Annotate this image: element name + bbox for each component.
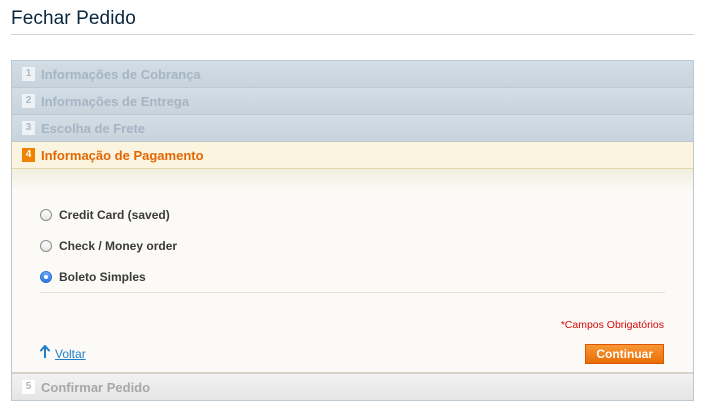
title-divider [11, 34, 694, 35]
payment-method-label: Boleto Simples [59, 269, 146, 284]
back-link[interactable]: Voltar [40, 345, 86, 363]
step-billing[interactable]: 1 Informações de Cobrança [12, 61, 693, 88]
step-payment: 4 Informação de Pagamento [12, 142, 693, 169]
continue-button[interactable]: Continuar [585, 344, 664, 364]
step-number: 2 [22, 94, 35, 108]
page-title: Fechar Pedido [11, 8, 136, 29]
step-title: Informações de Entrega [41, 93, 190, 109]
step-number: 3 [22, 121, 35, 135]
payment-method-boleto[interactable]: Boleto Simples [40, 261, 665, 292]
radio-check-money-order[interactable] [40, 239, 52, 252]
required-fields-note: *Campos Obrigatórios [560, 319, 664, 331]
step-shipping-method[interactable]: 3 Escolha de Frete [12, 115, 693, 142]
step-title: Informações de Cobrança [41, 66, 201, 82]
payment-method-label: Credit Card (saved) [59, 207, 170, 222]
payment-method-credit-card[interactable]: Credit Card (saved) [40, 199, 665, 230]
radio-credit-card[interactable] [40, 208, 52, 221]
payment-section: Credit Card (saved) Check / Money order … [12, 169, 693, 373]
radio-boleto[interactable] [40, 270, 52, 283]
payment-methods-list: Credit Card (saved) Check / Money order … [40, 199, 665, 292]
payment-method-label: Check / Money order [59, 238, 178, 253]
methods-divider [40, 292, 665, 293]
checkout-steps: 1 Informações de Cobrança 2 Informações … [11, 60, 694, 401]
back-link-label[interactable]: Voltar [55, 347, 86, 361]
step-number: 5 [22, 380, 35, 394]
step-shipping[interactable]: 2 Informações de Entrega [12, 88, 693, 115]
step-review[interactable]: 5 Confirmar Pedido [12, 373, 693, 400]
step-title: Informação de Pagamento [41, 147, 204, 163]
step-title: Confirmar Pedido [41, 379, 151, 395]
step-number: 4 [22, 148, 35, 162]
step-number: 1 [22, 67, 35, 81]
step-title: Escolha de Frete [41, 120, 146, 136]
payment-method-check-money-order[interactable]: Check / Money order [40, 230, 665, 261]
arrow-up-icon [40, 345, 50, 363]
